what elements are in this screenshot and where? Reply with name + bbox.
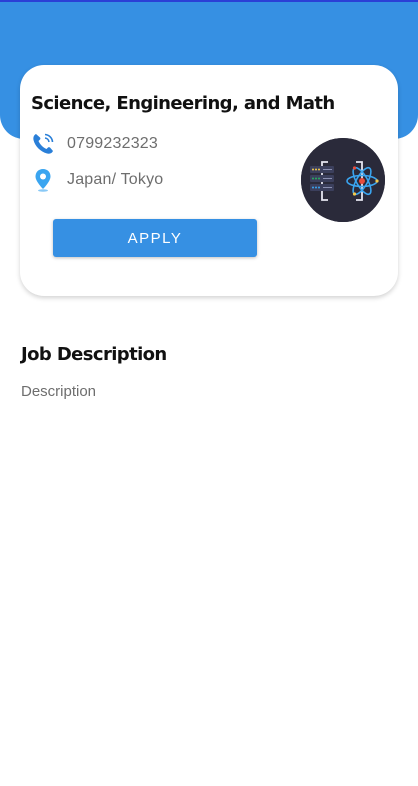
job-description-text: Description [21, 383, 97, 400]
job-description-heading: Job Description [21, 344, 167, 365]
location-pin-icon [30, 167, 56, 193]
location-text: Japan/ Tokyo [67, 171, 164, 188]
location-row: Japan/ Tokyo [30, 167, 163, 193]
apply-button[interactable]: APPLY [53, 219, 257, 257]
science-server-logo-icon [301, 138, 385, 222]
phone-number: 0799232323 [67, 135, 158, 152]
job-card: Science, Engineering, and Math 079923232… [20, 65, 398, 296]
phone-icon [30, 131, 56, 157]
phone-row[interactable]: 0799232323 [30, 131, 158, 157]
job-title: Science, Engineering, and Math [31, 93, 335, 114]
